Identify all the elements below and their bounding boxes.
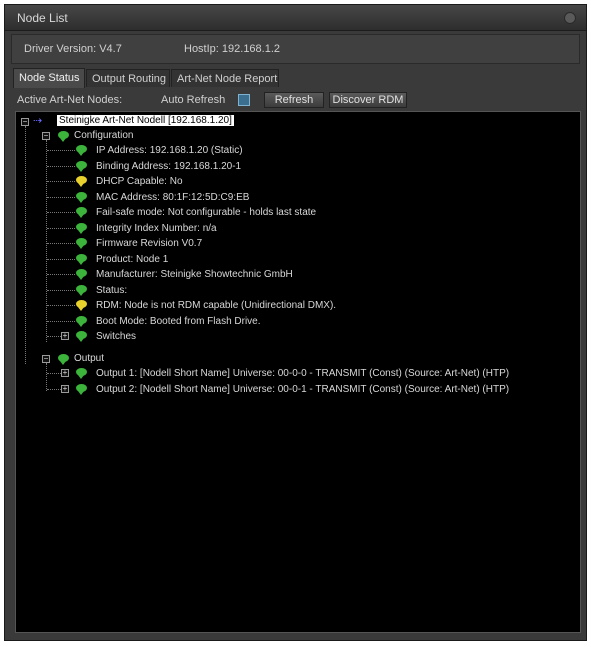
window-title: Node List xyxy=(17,11,68,25)
tree-line xyxy=(47,388,61,390)
driver-version-text: Driver Version: V4.7 xyxy=(24,43,122,55)
auto-refresh-label: Auto Refresh xyxy=(161,94,226,106)
info-bar: Driver Version: V4.7 HostIp: 192.168.1.2 xyxy=(11,34,580,64)
output-icon xyxy=(58,354,69,365)
info-leaf-icon xyxy=(76,222,87,234)
tree-root-label: Steinigke Art-Net Nodell [192.168.1.20] xyxy=(57,115,234,126)
tree-item-label: Switches xyxy=(96,331,137,342)
discover-rdm-button[interactable]: Discover RDM xyxy=(329,92,407,108)
tree-item-label: Binding Address: 192.168.1.20-1 xyxy=(96,160,242,172)
toolbar: Active Art-Net Nodes: Auto Refresh Refre… xyxy=(13,89,583,111)
tree-line xyxy=(47,196,75,198)
info-leaf-icon xyxy=(76,145,87,156)
tree-line xyxy=(47,373,61,374)
tab-art-net-node-report[interactable]: Art-Net Node Report xyxy=(171,69,279,87)
tree-item-label: MAC Address: 80:1F:12:5D:C9:EB xyxy=(96,191,250,203)
host-ip-text: HostIp: 192.168.1.2 xyxy=(184,43,281,55)
tree-line xyxy=(46,363,47,391)
tree-item-label: Product: Node 1 xyxy=(96,253,169,265)
tree-line xyxy=(47,227,75,229)
expand-toggle[interactable]: + xyxy=(61,369,69,377)
tree-line xyxy=(25,126,26,364)
refresh-button[interactable]: Refresh xyxy=(264,92,324,108)
title-bar[interactable]: Node List xyxy=(5,5,586,31)
tree-item-label: Manufacturer: Steinigke Showtechnic GmbH xyxy=(96,269,293,280)
tree-line xyxy=(47,289,75,291)
tree-item-label: RDM: Node is not RDM capable (Unidirecti… xyxy=(96,300,337,311)
info-leaf-icon xyxy=(76,253,87,265)
tree-item-label: Integrity Index Number: n/a xyxy=(96,222,217,234)
configuration-icon xyxy=(58,131,69,142)
info-leaf-icon xyxy=(76,238,87,249)
root-collapse-toggle[interactable]: − xyxy=(21,118,29,126)
info-leaf-icon xyxy=(76,315,87,327)
tree-line xyxy=(47,258,75,260)
tree-line xyxy=(47,243,75,244)
info-leaf-icon xyxy=(76,191,87,203)
node-arrow-icon: ⇢ xyxy=(33,115,43,127)
tree-item-label: DHCP Capable: No xyxy=(96,176,183,187)
tab-bar: Node Status Output Routing Art-Net Node … xyxy=(13,68,573,89)
tree-line xyxy=(47,336,61,337)
tree-item-label: Firmware Revision V0.7 xyxy=(96,238,203,249)
tree-item-label: Fail-safe mode: Not configurable - holds… xyxy=(96,207,317,218)
info-leaf-icon xyxy=(76,383,87,395)
tab-output-routing[interactable]: Output Routing xyxy=(86,69,170,87)
tree-line xyxy=(47,181,75,182)
info-leaf-icon xyxy=(76,269,87,280)
tree-line xyxy=(46,140,47,342)
info-leaf-icon xyxy=(76,160,87,172)
tree-item-label: Output 2: [Nodell Short Name] Universe: … xyxy=(96,383,510,395)
tree-item-label: Output 1: [Nodell Short Name] Universe: … xyxy=(96,368,510,379)
tree-line xyxy=(47,320,75,322)
configuration-label: Configuration xyxy=(74,130,134,141)
expand-toggle[interactable]: + xyxy=(61,332,69,340)
tree-item-label: IP Address: 192.168.1.20 (Static) xyxy=(96,145,243,156)
output-label: Output xyxy=(74,353,105,364)
info-leaf-icon xyxy=(76,368,87,379)
tree-line xyxy=(47,212,75,213)
info-leaf-icon xyxy=(76,207,87,218)
output-collapse-toggle[interactable]: − xyxy=(42,355,50,363)
tree-item-label: Boot Mode: Booted from Flash Drive. xyxy=(96,315,261,327)
info-leaf-icon xyxy=(76,331,87,342)
node-list-window: Node List Driver Version: V4.7 HostIp: 1… xyxy=(4,4,587,641)
configuration-collapse-toggle[interactable]: − xyxy=(42,132,50,140)
tree-line xyxy=(47,305,75,306)
tree-line xyxy=(47,165,75,167)
tree-item-label: Status: xyxy=(96,284,128,296)
warning-leaf-icon xyxy=(76,176,87,187)
info-leaf-icon xyxy=(76,284,87,296)
expand-toggle[interactable]: + xyxy=(61,384,69,393)
tree-line xyxy=(47,150,75,151)
tab-node-status[interactable]: Node Status xyxy=(13,68,85,88)
active-nodes-label: Active Art-Net Nodes: xyxy=(17,94,123,106)
node-tree[interactable]: − ⇢ Steinigke Art-Net Nodell [192.168.1.… xyxy=(15,111,581,633)
tree-line xyxy=(47,274,75,275)
close-icon[interactable] xyxy=(564,12,576,24)
auto-refresh-toggle[interactable] xyxy=(238,94,250,106)
warning-leaf-icon xyxy=(76,300,87,311)
